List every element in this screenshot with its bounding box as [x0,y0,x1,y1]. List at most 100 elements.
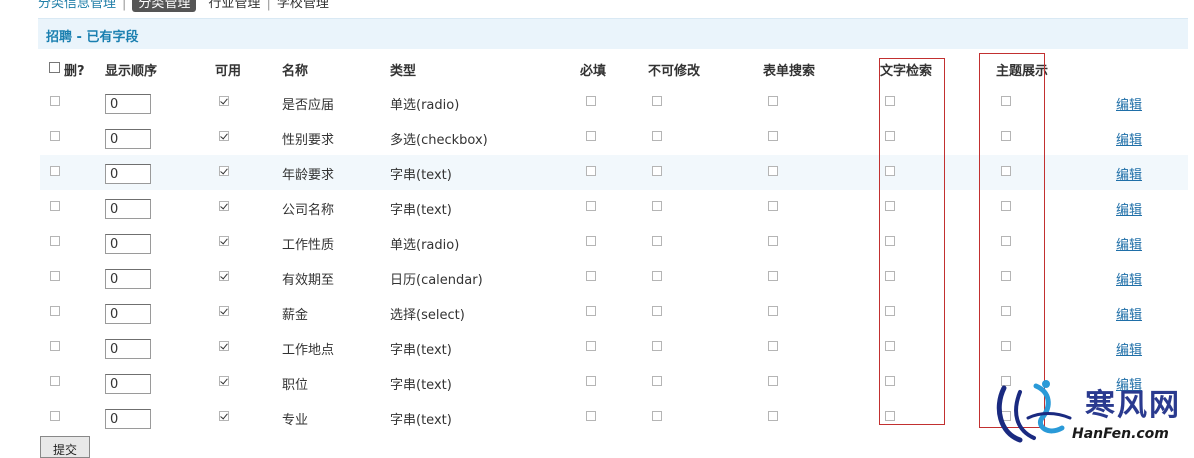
order-input[interactable] [105,304,151,324]
readonly-checkbox[interactable] [652,271,662,281]
form-search-checkbox[interactable] [768,306,778,316]
col-form-search: 表单搜索 [763,64,816,79]
tab-industry-manage[interactable]: 行业管理 [208,0,260,11]
order-input[interactable] [105,164,151,184]
readonly-checkbox[interactable] [652,376,662,386]
delete-checkbox[interactable] [50,411,60,421]
order-input[interactable] [105,339,151,359]
enabled-checkbox[interactable] [219,131,229,141]
readonly-checkbox[interactable] [652,236,662,246]
order-input[interactable] [105,94,151,114]
order-input[interactable] [105,374,151,394]
enabled-checkbox[interactable] [219,166,229,176]
col-required: 必填 [580,64,607,79]
edit-link[interactable]: 编辑 [1116,234,1142,253]
form-search-checkbox[interactable] [768,166,778,176]
field-name: 是否应届 [282,98,335,113]
order-input[interactable] [105,234,151,254]
tab-category-manage[interactable]: 分类管理 [132,0,197,12]
submit-button[interactable]: 提交 [40,436,90,458]
required-checkbox[interactable] [586,376,596,386]
delete-checkbox[interactable] [50,236,60,246]
required-checkbox[interactable] [586,306,596,316]
delete-checkbox[interactable] [50,271,60,281]
edit-link[interactable]: 编辑 [1116,94,1142,113]
field-type: 字串(text) [390,203,452,218]
col-delete: 删? [64,64,85,79]
delete-checkbox[interactable] [50,341,60,351]
watermark-en: HanFen.com [1072,426,1169,442]
edit-link[interactable]: 编辑 [1116,269,1142,288]
delete-checkbox[interactable] [50,306,60,316]
form-search-checkbox[interactable] [768,236,778,246]
enabled-checkbox[interactable] [219,236,229,246]
field-type: 选择(select) [390,308,465,323]
form-search-checkbox[interactable] [768,271,778,281]
col-readonly: 不可修改 [648,64,701,79]
enabled-checkbox[interactable] [219,271,229,281]
readonly-checkbox[interactable] [652,166,662,176]
field-name: 有效期至 [282,273,335,288]
highlight-text-search [879,58,945,425]
delete-checkbox[interactable] [50,96,60,106]
field-name: 职位 [282,378,309,393]
form-search-checkbox[interactable] [768,131,778,141]
field-name: 性别要求 [282,133,335,148]
required-checkbox[interactable] [586,271,596,281]
field-type: 字串(text) [390,413,452,428]
required-checkbox[interactable] [586,236,596,246]
delete-checkbox[interactable] [50,201,60,211]
required-checkbox[interactable] [586,96,596,106]
readonly-checkbox[interactable] [652,131,662,141]
enabled-checkbox[interactable] [219,96,229,106]
order-input[interactable] [105,199,151,219]
select-all-checkbox[interactable] [49,62,60,73]
field-type: 多选(checkbox) [390,133,488,148]
required-checkbox[interactable] [586,411,596,421]
readonly-checkbox[interactable] [652,411,662,421]
field-type: 单选(radio) [390,98,460,113]
enabled-checkbox[interactable] [219,411,229,421]
order-input[interactable] [105,129,151,149]
required-checkbox[interactable] [586,341,596,351]
enabled-checkbox[interactable] [219,341,229,351]
col-order: 显示顺序 [105,64,158,79]
edit-link[interactable]: 编辑 [1116,339,1142,358]
required-checkbox[interactable] [586,166,596,176]
form-search-checkbox[interactable] [768,341,778,351]
form-search-checkbox[interactable] [768,201,778,211]
field-type: 字串(text) [390,343,452,358]
required-checkbox[interactable] [586,131,596,141]
edit-link[interactable]: 编辑 [1116,199,1142,218]
field-name: 公司名称 [282,203,335,218]
form-search-checkbox[interactable] [768,96,778,106]
col-enabled: 可用 [215,64,242,79]
field-name: 专业 [282,413,309,428]
delete-checkbox[interactable] [50,166,60,176]
readonly-checkbox[interactable] [652,306,662,316]
section-header: 招聘 - 已有字段 [38,18,1188,49]
order-input[interactable] [105,269,151,289]
readonly-checkbox[interactable] [652,96,662,106]
form-search-checkbox[interactable] [768,376,778,386]
col-type: 类型 [390,64,417,79]
delete-checkbox[interactable] [50,376,60,386]
edit-link[interactable]: 编辑 [1116,304,1142,323]
delete-checkbox[interactable] [50,131,60,141]
enabled-checkbox[interactable] [219,376,229,386]
form-search-checkbox[interactable] [768,411,778,421]
enabled-checkbox[interactable] [219,306,229,316]
enabled-checkbox[interactable] [219,201,229,211]
section-title: 招聘 - 已有字段 [46,30,139,45]
breadcrumb-item[interactable]: 分类信息管理 [38,0,116,11]
readonly-checkbox[interactable] [652,341,662,351]
required-checkbox[interactable] [586,201,596,211]
field-name: 工作地点 [282,343,335,358]
edit-link[interactable]: 编辑 [1116,164,1142,183]
edit-link[interactable]: 编辑 [1116,129,1142,148]
tab-school-manage[interactable]: 学校管理 [277,0,329,11]
field-type: 字串(text) [390,378,452,393]
order-input[interactable] [105,409,151,429]
field-type: 字串(text) [390,168,452,183]
readonly-checkbox[interactable] [652,201,662,211]
